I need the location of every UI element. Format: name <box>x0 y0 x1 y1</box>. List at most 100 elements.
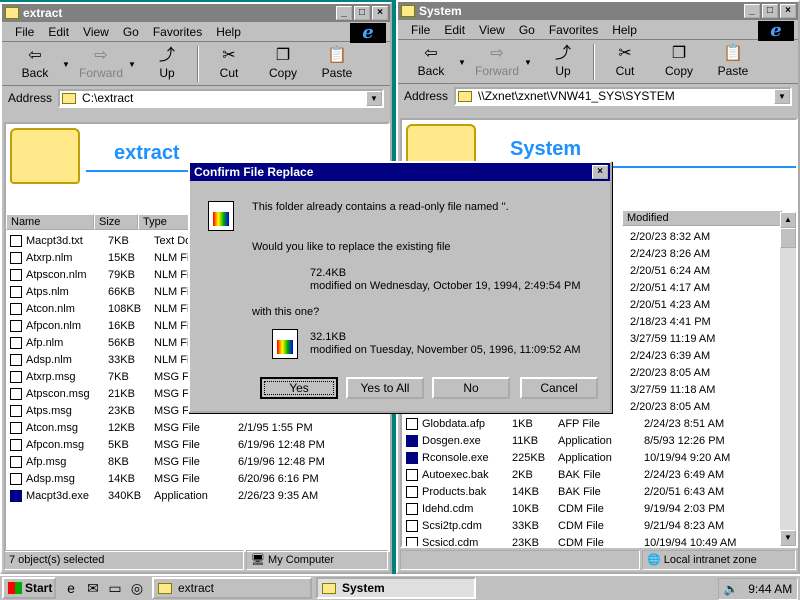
menu-help[interactable]: Help <box>209 25 248 39</box>
file-icon <box>10 234 22 247</box>
cell-size: 16KB <box>108 319 135 332</box>
cell-size: 10KB <box>512 502 539 515</box>
menu-bar: File Edit View Go Favorites Help e <box>2 22 390 43</box>
menu-favorites[interactable]: Favorites <box>542 23 605 37</box>
forward-button[interactable]: ⇨ Forward <box>470 44 524 78</box>
cut-button[interactable]: ✂ Cut <box>598 44 652 78</box>
cancel-button[interactable]: Cancel <box>520 377 598 399</box>
cell-name: Macpt3d.txt <box>26 234 83 247</box>
table-row[interactable]: Afp.msg 8KB MSG File 6/19/96 12:48 PM <box>6 453 388 470</box>
vertical-scrollbar[interactable]: ▲ ▼ <box>780 212 796 546</box>
back-arrow-icon: ⇦ <box>28 47 42 64</box>
table-row[interactable]: Globdata.afp 1KB AFP File 2/24/23 8:51 AM <box>402 415 796 432</box>
table-row[interactable]: Adsp.msg 14KB MSG File 6/20/96 6:16 PM <box>6 470 388 487</box>
paste-button[interactable]: 📋 Paste <box>706 44 760 78</box>
table-row[interactable]: Rconsole.exe 225KB Application 10/19/94 9:2… <box>402 449 796 466</box>
title-bar[interactable]: System _ □ × <box>398 2 798 20</box>
cell-size: 5KB <box>108 438 129 451</box>
start-button[interactable]: Start <box>2 577 56 599</box>
close-button[interactable]: × <box>780 4 796 18</box>
channels-icon[interactable]: ◎ <box>128 579 146 597</box>
minimize-button[interactable]: _ <box>336 6 352 20</box>
title-bar[interactable]: extract _ □ × <box>2 4 390 22</box>
menu-go[interactable]: Go <box>512 23 542 37</box>
copy-button[interactable]: ❐ Copy <box>256 46 310 80</box>
scroll-up-button[interactable]: ▲ <box>780 212 796 228</box>
windows-logo-icon <box>8 582 22 594</box>
address-dropdown-button[interactable]: ▼ <box>774 88 790 104</box>
up-button[interactable]: ⤴ Up <box>140 46 194 80</box>
task-system[interactable]: System <box>316 577 476 599</box>
back-dropdown[interactable]: ▼ <box>458 44 470 67</box>
task-extract[interactable]: extract <box>152 577 312 599</box>
column-size[interactable]: Size <box>94 214 138 230</box>
speaker-icon[interactable]: 🔊 <box>724 582 739 596</box>
cell-name: Afpcon.nlm <box>26 319 82 332</box>
scroll-down-button[interactable]: ▼ <box>780 530 796 546</box>
no-button[interactable]: No <box>432 377 510 399</box>
back-button[interactable]: ⇦ Back <box>404 44 458 78</box>
copy-button[interactable]: ❐ Copy <box>652 44 706 78</box>
new-file-icon <box>272 329 298 359</box>
cell-type: BAK File <box>558 485 601 498</box>
confirm-file-replace-dialog[interactable]: Confirm File Replace × This folder alrea… <box>188 161 612 413</box>
file-icon <box>10 251 22 264</box>
address-dropdown-button[interactable]: ▼ <box>366 90 382 106</box>
table-row[interactable]: Autoexec.bak 2KB BAK File 2/24/23 6:49 AM <box>402 466 796 483</box>
menu-file[interactable]: File <box>404 23 437 37</box>
paste-button[interactable]: 📋 Paste <box>310 46 364 80</box>
menu-edit[interactable]: Edit <box>437 23 472 37</box>
cell-size: 33KB <box>108 353 135 366</box>
table-row[interactable]: Dosgen.exe 11KB Application 8/5/93 12:26 PM <box>402 432 796 449</box>
desktop-icon[interactable]: ▭ <box>106 579 124 597</box>
yes-button[interactable]: Yes <box>260 377 338 399</box>
status-empty <box>400 550 640 570</box>
close-button[interactable]: × <box>372 6 388 20</box>
cell-size: 2KB <box>512 468 533 481</box>
cell-size: 66KB <box>108 285 135 298</box>
column-modified[interactable]: Modified <box>622 210 782 226</box>
forward-dropdown[interactable]: ▼ <box>524 44 536 67</box>
outlook-icon[interactable]: ✉ <box>84 579 102 597</box>
menu-view[interactable]: View <box>472 23 512 37</box>
dialog-title-bar[interactable]: Confirm File Replace × <box>190 163 610 181</box>
table-row[interactable]: Products.bak 14KB BAK File 2/20/51 6:43 AM <box>402 483 796 500</box>
table-row[interactable]: Scsicd.cdm 23KB CDM File 10/19/94 10:49 AM <box>402 534 796 548</box>
address-input[interactable]: C:\extract ▼ <box>58 88 384 108</box>
back-button[interactable]: ⇦ Back <box>8 46 62 80</box>
cell-name: Atxrp.nlm <box>26 251 73 264</box>
ie-icon[interactable]: e <box>62 579 80 597</box>
menu-view[interactable]: View <box>76 25 116 39</box>
table-row[interactable]: Scsi2tp.cdm 33KB CDM File 9/21/94 8:23 AM <box>402 517 796 534</box>
cell-name: Atcon.msg <box>26 421 78 434</box>
maximize-button[interactable]: □ <box>354 6 370 20</box>
table-row[interactable]: Macpt3d.exe 340KB Application 2/26/23 9:35 … <box>6 487 388 504</box>
yes-to-all-button[interactable]: Yes to All <box>346 377 424 399</box>
dialog-close-button[interactable]: × <box>592 165 608 179</box>
menu-favorites[interactable]: Favorites <box>146 25 209 39</box>
scroll-thumb[interactable] <box>780 228 796 248</box>
clock[interactable]: 9:44 AM <box>748 582 792 596</box>
cut-button[interactable]: ✂ Cut <box>202 46 256 80</box>
cell-name: Afpcon.msg <box>26 438 85 451</box>
forward-arrow-icon: ⇨ <box>94 47 108 64</box>
table-row[interactable]: Idehd.cdm 10KB CDM File 9/19/94 2:03 PM <box>402 500 796 517</box>
forward-dropdown[interactable]: ▼ <box>128 46 140 69</box>
cell-name: Scsicd.cdm <box>422 536 479 548</box>
menu-go[interactable]: Go <box>116 25 146 39</box>
menu-help[interactable]: Help <box>605 23 644 37</box>
column-name[interactable]: Name <box>6 214 94 230</box>
table-row[interactable]: Afpcon.msg 5KB MSG File 6/19/96 12:48 PM <box>6 436 388 453</box>
file-icon <box>10 455 22 468</box>
minimize-button[interactable]: _ <box>744 4 760 18</box>
back-dropdown[interactable]: ▼ <box>62 46 74 69</box>
cell-name: Dosgen.exe <box>422 434 481 447</box>
address-input[interactable]: \\Zxnet\zxnet\VNW41_SYS\SYSTEM ▼ <box>454 86 792 106</box>
maximize-button[interactable]: □ <box>762 4 778 18</box>
menu-edit[interactable]: Edit <box>41 25 76 39</box>
table-row[interactable]: Atcon.msg 12KB MSG File 2/1/95 1:55 PM <box>6 419 388 436</box>
up-button[interactable]: ⤴ Up <box>536 44 590 78</box>
menu-file[interactable]: File <box>8 25 41 39</box>
forward-button[interactable]: ⇨ Forward <box>74 46 128 80</box>
file-icon <box>406 468 418 481</box>
